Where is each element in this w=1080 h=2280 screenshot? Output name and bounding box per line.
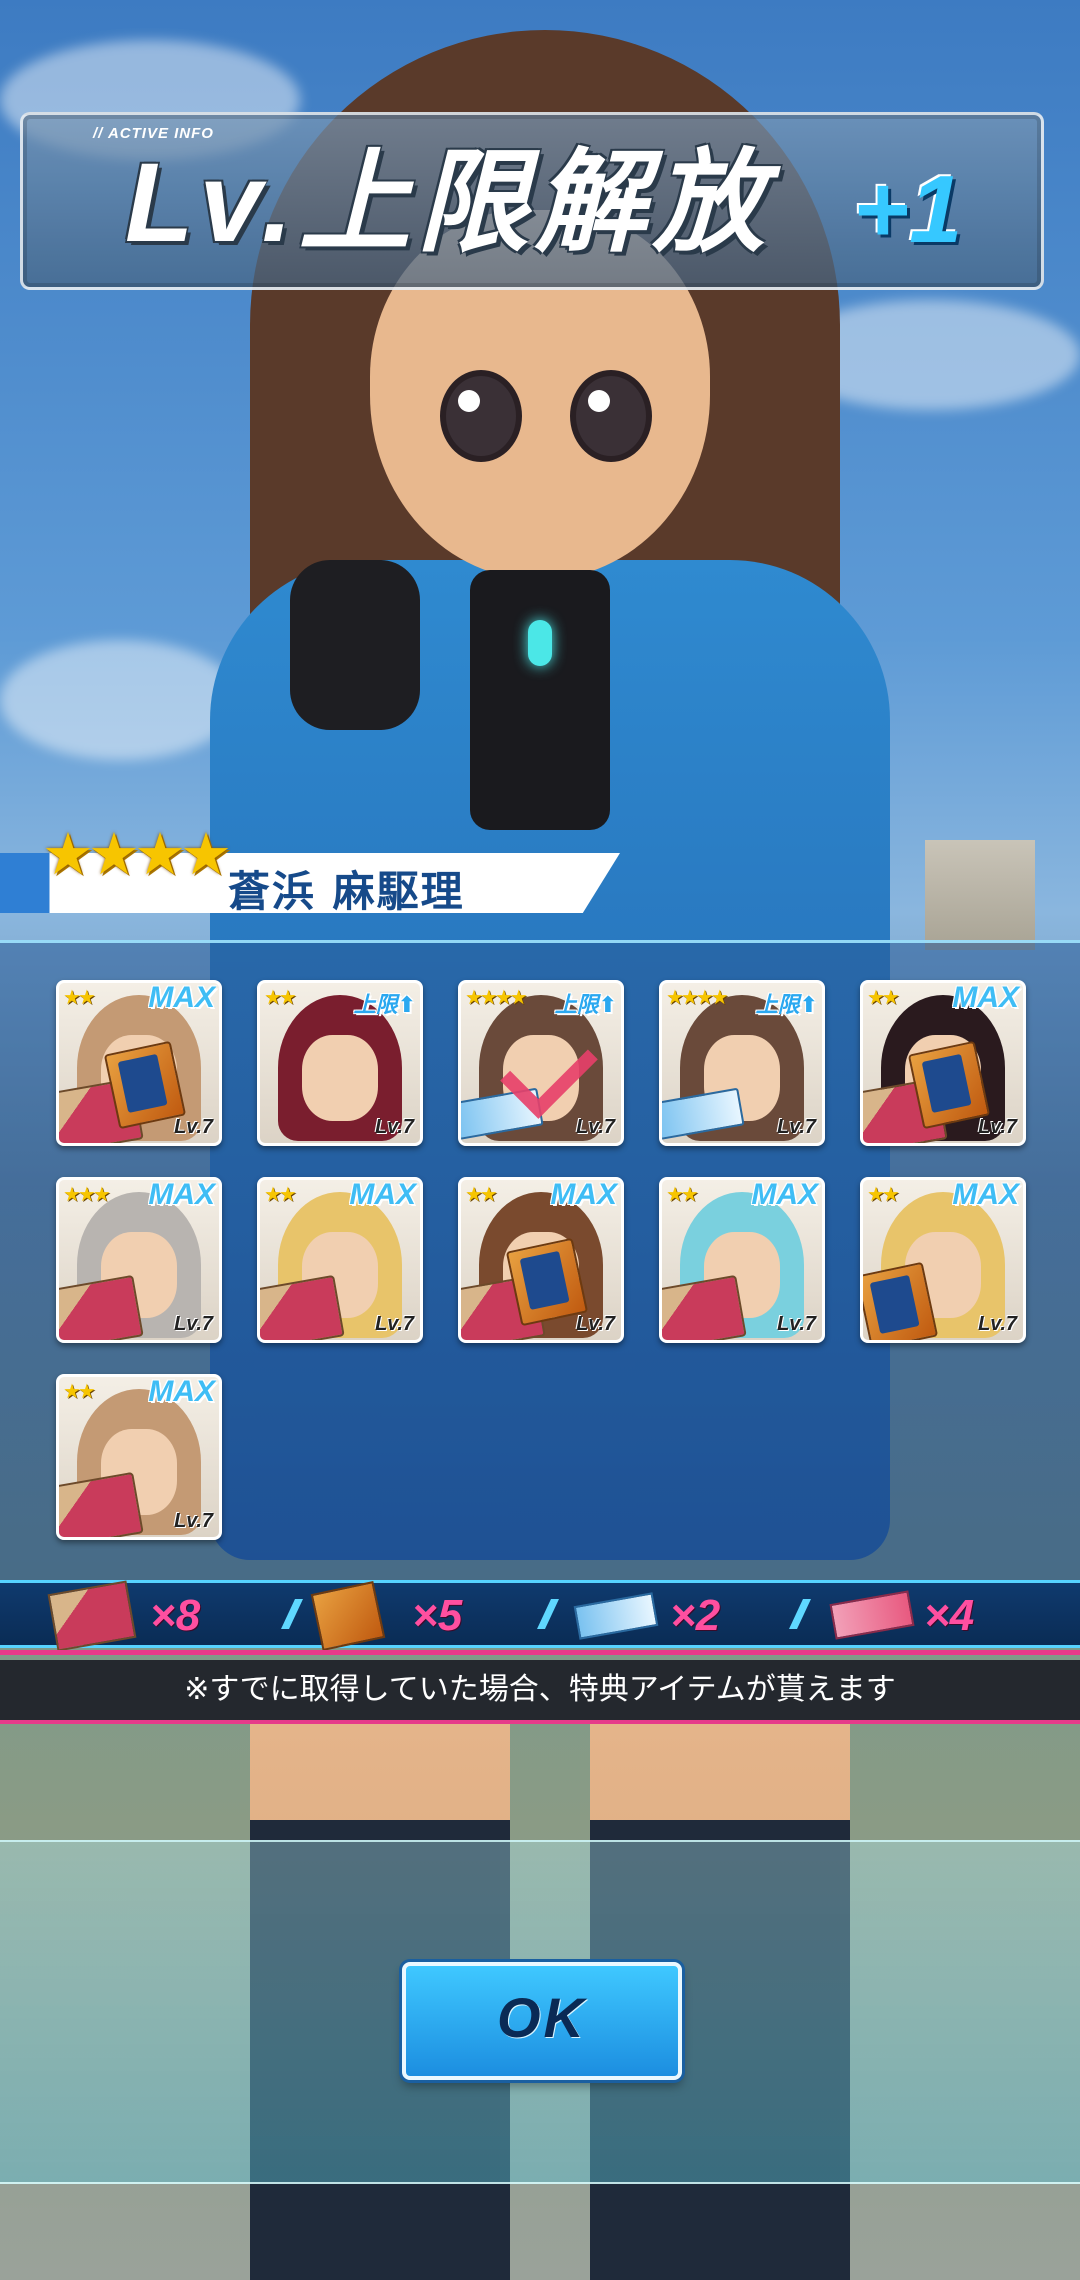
collar-light bbox=[528, 620, 552, 666]
max-badge: MAX bbox=[148, 1178, 215, 1211]
reward-totals-bar: ×8 ×5 ×2 ×4 bbox=[0, 1580, 1080, 1652]
right-eye bbox=[570, 370, 652, 462]
card-face bbox=[302, 1035, 378, 1121]
meat-box-icon bbox=[662, 1274, 747, 1340]
card-level: Lv.7 bbox=[375, 1116, 414, 1138]
coupon-count: ×4 bbox=[924, 1591, 975, 1640]
character-collar bbox=[470, 570, 610, 830]
notice-border bbox=[0, 1650, 1080, 1655]
card-level: Lv.7 bbox=[978, 1313, 1017, 1335]
bonus-notice: ※すでに取得していた場合、特典アイテムが貰えます bbox=[0, 1660, 1080, 1720]
meat-box-icon bbox=[59, 1471, 144, 1537]
card-stars: ★★ bbox=[63, 1381, 96, 1403]
max-badge: MAX bbox=[148, 1375, 215, 1408]
card-stars: ★★ bbox=[264, 987, 297, 1009]
character-name: 蒼浜 麻駆理 bbox=[228, 867, 465, 916]
character-card: ★★ 上限⬆ Lv.7 bbox=[257, 980, 423, 1146]
limit-up-badge: 上限⬆ bbox=[755, 992, 818, 1017]
card-level: Lv.7 bbox=[174, 1313, 213, 1335]
character-card: ★★ MAX Lv.7 bbox=[56, 980, 222, 1146]
max-badge: MAX bbox=[148, 981, 215, 1014]
limit-up-badge: 上限⬆ bbox=[353, 992, 416, 1017]
character-glove bbox=[290, 560, 420, 730]
card-level: Lv.7 bbox=[174, 1116, 213, 1138]
banner-plus: +1 bbox=[853, 156, 963, 263]
card-stars: ★★★★ bbox=[666, 987, 729, 1009]
coupon-icon bbox=[829, 1590, 915, 1640]
separator bbox=[281, 1599, 303, 1629]
meat-count: ×8 bbox=[150, 1591, 201, 1640]
card-level: Lv.7 bbox=[978, 1116, 1017, 1138]
card-count: ×5 bbox=[412, 1591, 463, 1640]
card-stars: ★★★ bbox=[63, 1184, 111, 1206]
character-card: ★★ MAX Lv.7 bbox=[257, 1177, 423, 1343]
card-stars: ★★ bbox=[666, 1184, 699, 1206]
card-level: Lv.7 bbox=[777, 1116, 816, 1138]
character-card: ★★ MAX Lv.7 bbox=[659, 1177, 825, 1343]
building bbox=[925, 840, 1035, 950]
meat-box-icon bbox=[47, 1580, 137, 1652]
max-badge: MAX bbox=[550, 1178, 617, 1211]
banner-title: Lv.上限解放 bbox=[125, 140, 771, 265]
max-badge: MAX bbox=[751, 1178, 818, 1211]
level-limit-banner: // ACTIVE INFO Lv.上限解放 +1 bbox=[20, 112, 1044, 290]
separator bbox=[537, 1599, 559, 1629]
meat-box-icon bbox=[260, 1274, 345, 1340]
card-stars: ★★ bbox=[63, 987, 96, 1009]
character-card: ★★★ MAX Lv.7 bbox=[56, 1177, 222, 1343]
character-card: ★★★★ 上限⬆ Lv.7 bbox=[659, 980, 825, 1146]
card-stars: ★★ bbox=[867, 987, 900, 1009]
ticket-icon bbox=[573, 1592, 659, 1640]
rarity-stars: ★★★★ bbox=[42, 822, 232, 887]
character-card: ★★ MAX Lv.7 bbox=[860, 980, 1026, 1146]
meat-box-icon bbox=[59, 1274, 144, 1340]
card-stars: ★★ bbox=[867, 1184, 900, 1206]
notice-border bbox=[0, 1720, 1080, 1724]
ok-button[interactable]: OK bbox=[402, 1962, 682, 2080]
character-card: ★★ MAX Lv.7 bbox=[56, 1374, 222, 1540]
card-item-icon bbox=[310, 1580, 386, 1652]
character-card: ★★★★ 上限⬆ Lv.7 bbox=[458, 980, 624, 1146]
card-stars: ★★ bbox=[465, 1184, 498, 1206]
limit-up-badge: 上限⬆ bbox=[554, 992, 617, 1017]
character-card: ★★ MAX Lv.7 bbox=[860, 1177, 1026, 1343]
card-stars: ★★★★ bbox=[465, 987, 528, 1009]
card-level: Lv.7 bbox=[576, 1313, 615, 1335]
card-level: Lv.7 bbox=[375, 1313, 414, 1335]
max-badge: MAX bbox=[349, 1178, 416, 1211]
max-badge: MAX bbox=[952, 981, 1019, 1014]
card-stars: ★★ bbox=[264, 1184, 297, 1206]
card-level: Lv.7 bbox=[174, 1510, 213, 1532]
left-eye bbox=[440, 370, 522, 462]
cloud bbox=[0, 640, 240, 760]
character-card: ★★ MAX Lv.7 bbox=[458, 1177, 624, 1343]
separator bbox=[789, 1599, 811, 1629]
max-badge: MAX bbox=[952, 1178, 1019, 1211]
ticket-count: ×2 bbox=[670, 1591, 721, 1640]
card-level: Lv.7 bbox=[576, 1116, 615, 1138]
card-level: Lv.7 bbox=[777, 1313, 816, 1335]
